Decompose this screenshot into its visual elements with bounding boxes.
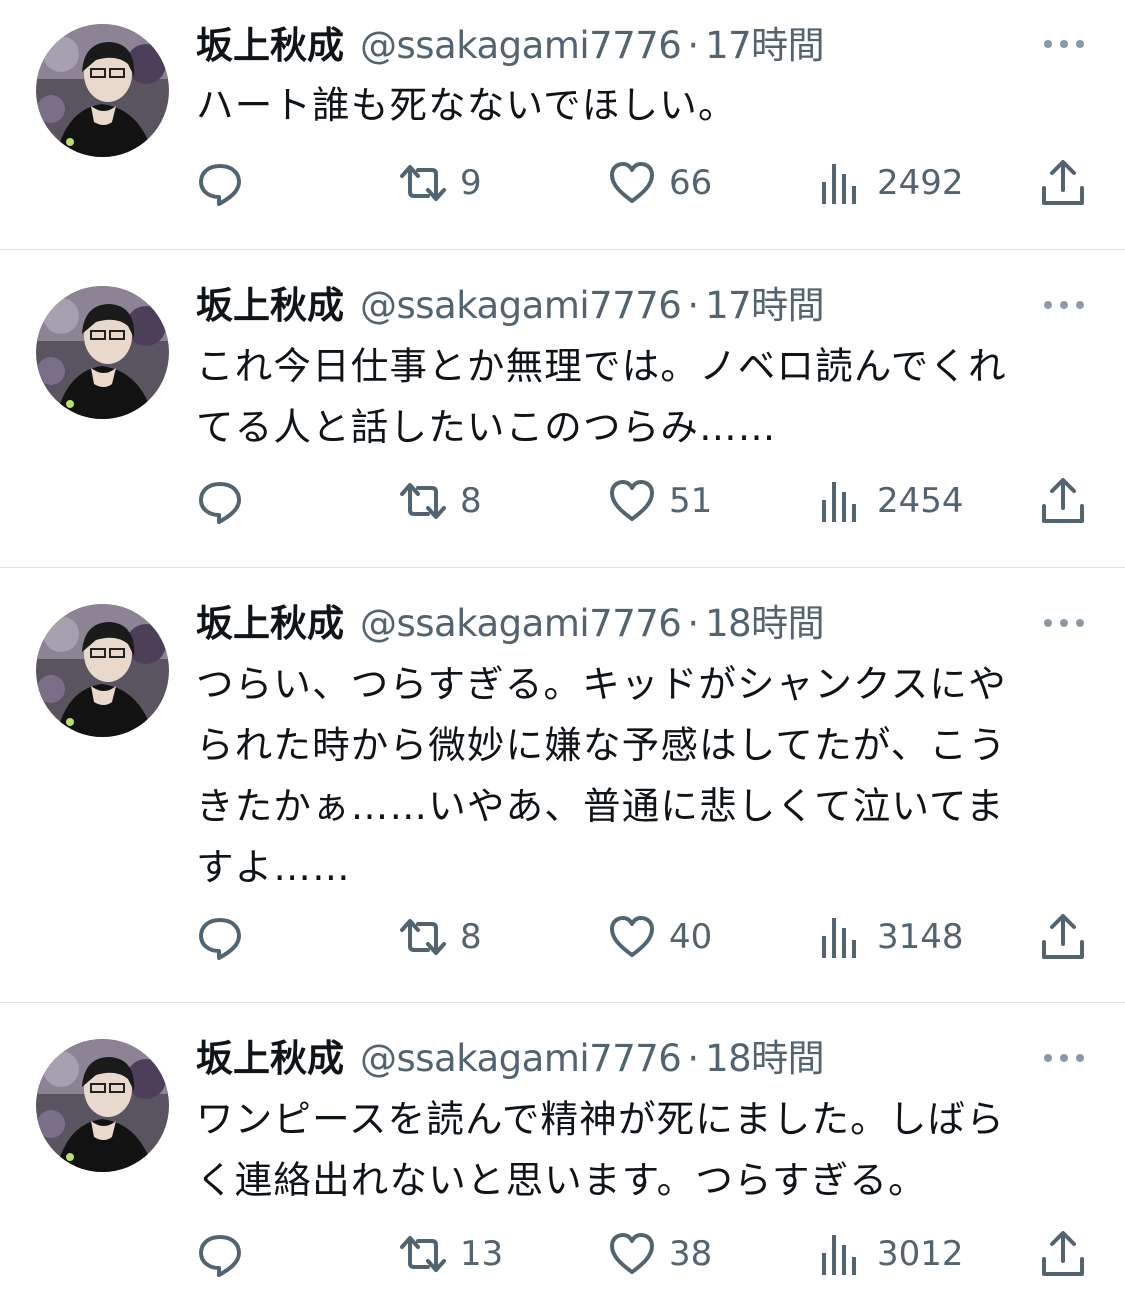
views-icon <box>815 1229 865 1279</box>
like-button[interactable]: 40 <box>607 912 712 962</box>
separator-dot: · <box>687 602 700 645</box>
tweet-actions: 9 66 2492 <box>0 158 1125 208</box>
more-icon[interactable] <box>1040 613 1088 633</box>
share-button[interactable] <box>1038 1229 1088 1279</box>
reply-icon <box>195 1229 245 1279</box>
separator-dot: · <box>687 284 700 327</box>
avatar[interactable] <box>36 1039 169 1172</box>
avatar[interactable] <box>36 604 169 737</box>
share-icon <box>1038 1229 1088 1279</box>
tweet[interactable]: 坂上秋成 @ssakagami7776 · 18時間 ワンピースを読んで精神が死にまし… <box>0 1003 1125 1303</box>
display-name[interactable]: 坂上秋成 <box>196 1037 344 1080</box>
like-button[interactable]: 66 <box>607 158 712 208</box>
separator-dot: · <box>687 1037 700 1080</box>
separator-dot: · <box>687 24 700 67</box>
retweet-count: 8 <box>460 917 482 957</box>
display-name[interactable]: 坂上秋成 <box>196 602 344 645</box>
reply-icon <box>195 912 245 962</box>
retweet-icon <box>398 158 448 208</box>
retweet-count: 9 <box>460 163 482 203</box>
tweet[interactable]: 坂上秋成 @ssakagami7776 · 17時間 これ今日仕事とか無理では。ノベロ… <box>0 250 1125 567</box>
avatar[interactable] <box>36 24 169 157</box>
share-icon <box>1038 476 1088 526</box>
tweet-actions: 8 51 2454 <box>0 476 1125 526</box>
tweet-text: ワンピースを読んで精神が死にました。しばら く連絡出れないと思います。つらすぎる… <box>196 1097 1005 1202</box>
share-icon <box>1038 912 1088 962</box>
like-count: 51 <box>669 481 713 521</box>
tweet-header: 坂上秋成 @ssakagami7776 · 18時間 <box>196 598 825 650</box>
view-count: 2454 <box>877 481 964 521</box>
more-icon[interactable] <box>1040 34 1088 54</box>
user-handle[interactable]: @ssakagami7776 <box>360 24 682 67</box>
retweet-button[interactable]: 13 <box>398 1229 503 1279</box>
tweet-header: 坂上秋成 @ssakagami7776 · 17時間 <box>196 280 825 332</box>
tweet-header: 坂上秋成 @ssakagami7776 · 18時間 <box>196 1033 825 1085</box>
view-count: 3012 <box>877 1234 964 1274</box>
share-button[interactable] <box>1038 158 1088 208</box>
like-count: 40 <box>669 917 713 957</box>
retweet-button[interactable]: 9 <box>398 158 482 208</box>
user-handle[interactable]: @ssakagami7776 <box>360 602 682 645</box>
reply-button[interactable] <box>195 476 257 526</box>
tweet-text: つらい、つらすぎる。キッドがシャンクスにや られた時から微妙に嫌な予感はしてたが… <box>196 662 1007 889</box>
share-button[interactable] <box>1038 476 1088 526</box>
views-button[interactable]: 2454 <box>815 476 964 526</box>
reply-button[interactable] <box>195 912 257 962</box>
retweet-icon <box>398 912 448 962</box>
view-count: 2492 <box>877 163 964 203</box>
tweet-feed: 坂上秋成 @ssakagami7776 · 17時間 ハート誰も死なないでほしい。 9 <box>0 0 1125 1303</box>
user-handle[interactable]: @ssakagami7776 <box>360 1037 682 1080</box>
like-count: 66 <box>669 163 713 203</box>
tweet-actions: 8 40 3148 <box>0 912 1125 962</box>
like-count: 38 <box>669 1234 713 1274</box>
retweet-icon <box>398 476 448 526</box>
retweet-count: 8 <box>460 481 482 521</box>
views-button[interactable]: 3012 <box>815 1229 964 1279</box>
timestamp[interactable]: 17時間 <box>705 284 825 327</box>
views-button[interactable]: 2492 <box>815 158 964 208</box>
display-name[interactable]: 坂上秋成 <box>196 284 344 327</box>
retweet-icon <box>398 1229 448 1279</box>
tweet-actions: 13 38 3012 <box>0 1229 1125 1279</box>
views-icon <box>815 912 865 962</box>
tweet-text: これ今日仕事とか無理では。ノベロ読んでくれ てる人と話したいこのつらみ…… <box>196 344 1007 449</box>
avatar[interactable] <box>36 286 169 419</box>
views-icon <box>815 476 865 526</box>
timestamp[interactable]: 18時間 <box>705 602 825 645</box>
more-icon[interactable] <box>1040 295 1088 315</box>
views-icon <box>815 158 865 208</box>
like-button[interactable]: 38 <box>607 1229 712 1279</box>
timestamp[interactable]: 18時間 <box>705 1037 825 1080</box>
tweet-text: ハート誰も死なないでほしい。 <box>196 83 737 127</box>
reply-icon <box>195 158 245 208</box>
display-name[interactable]: 坂上秋成 <box>196 24 344 67</box>
retweet-button[interactable]: 8 <box>398 476 482 526</box>
like-icon <box>607 912 657 962</box>
reply-button[interactable] <box>195 158 257 208</box>
retweet-button[interactable]: 8 <box>398 912 482 962</box>
like-icon <box>607 476 657 526</box>
retweet-count: 13 <box>460 1234 504 1274</box>
tweet[interactable]: 坂上秋成 @ssakagami7776 · 17時間 ハート誰も死なないでほしい。 9 <box>0 0 1125 249</box>
share-button[interactable] <box>1038 912 1088 962</box>
share-icon <box>1038 158 1088 208</box>
tweet[interactable]: 坂上秋成 @ssakagami7776 · 18時間 つらい、つらすぎる。キッドがシャ… <box>0 568 1125 1002</box>
view-count: 3148 <box>877 917 964 957</box>
more-icon[interactable] <box>1040 1048 1088 1068</box>
like-icon <box>607 158 657 208</box>
tweet-header: 坂上秋成 @ssakagami7776 · 17時間 <box>196 20 825 72</box>
timestamp[interactable]: 17時間 <box>705 24 825 67</box>
like-icon <box>607 1229 657 1279</box>
like-button[interactable]: 51 <box>607 476 712 526</box>
reply-icon <box>195 476 245 526</box>
views-button[interactable]: 3148 <box>815 912 964 962</box>
user-handle[interactable]: @ssakagami7776 <box>360 284 682 327</box>
reply-button[interactable] <box>195 1229 257 1279</box>
